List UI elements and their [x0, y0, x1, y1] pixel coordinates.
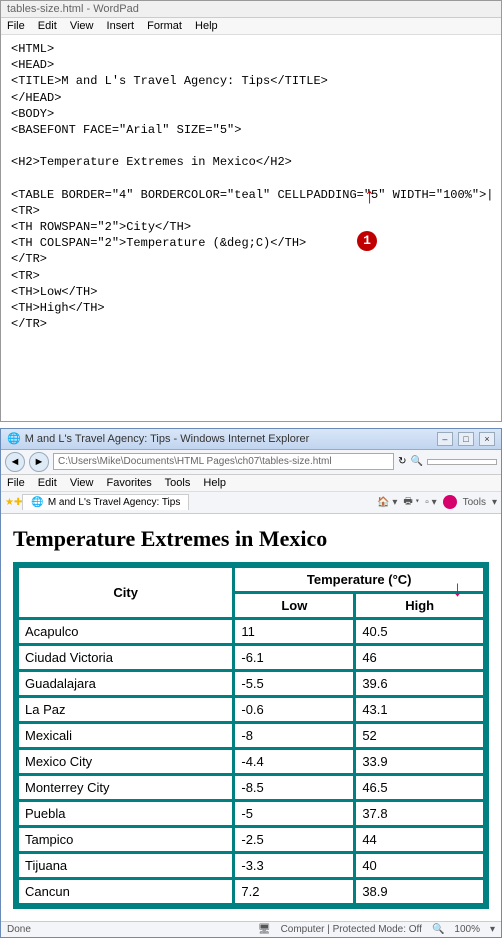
code-line: <TABLE BORDER="4" BORDERCOLOR="teal" CEL… [11, 188, 493, 202]
col-low: Low [234, 593, 354, 618]
ie-content: ↓ Temperature Extremes in Mexico City Te… [1, 514, 501, 921]
favorites-icon[interactable]: ★ [5, 497, 14, 508]
search-input[interactable] [427, 459, 497, 465]
wordpad-title: tables-size.html - WordPad [1, 1, 501, 18]
annotation-arrow-down-icon: ↓ [452, 576, 463, 602]
code-line: <TR> [11, 204, 40, 218]
page-heading: Temperature Extremes in Mexico [13, 526, 489, 552]
ie-status-bar: Done 🖥 Computer | Protected Mode: Off 🔍 … [1, 921, 501, 937]
table-row: Mexico City-4.433.9 [18, 749, 484, 774]
code-line: <TH>Low</TH> [11, 285, 97, 299]
ie-menu-view[interactable]: View [70, 477, 94, 489]
maximize-button[interactable]: □ [458, 432, 474, 446]
code-line: <BODY> [11, 107, 54, 121]
ie-menu-tools[interactable]: Tools [165, 477, 191, 489]
code-line: <TR> [11, 269, 40, 283]
annotation-badge-1: 1 [357, 231, 377, 251]
col-high: High [355, 593, 484, 618]
zoom-icon[interactable]: 🔍 [432, 924, 444, 935]
page-icon: 🌐 [31, 497, 43, 508]
wordpad-window: tables-size.html - WordPad File Edit Vie… [0, 0, 502, 422]
code-line: <HEAD> [11, 58, 54, 72]
code-line: <TH ROWSPAN="2">City</TH> [11, 220, 191, 234]
table-row: Ciudad Victoria-6.146 [18, 645, 484, 670]
ie-menu-favorites[interactable]: Favorites [107, 477, 152, 489]
code-line: </TR> [11, 317, 47, 331]
browser-tab[interactable]: 🌐 M and L's Travel Agency: Tips [22, 494, 189, 510]
wordpad-code-area[interactable]: <HTML> <HEAD> <TITLE>M and L's Travel Ag… [1, 35, 501, 421]
home-icon[interactable]: 🏠 ▾ [377, 497, 397, 508]
status-left: Done [7, 924, 31, 935]
tab-label: M and L's Travel Agency: Tips [48, 497, 181, 508]
status-mid: Computer | Protected Mode: Off [281, 924, 422, 935]
code-line: <BASEFONT FACE="Arial" SIZE="5"> [11, 123, 241, 137]
address-input[interactable]: C:\Users\Mike\Documents\HTML Pages\ch07\… [53, 453, 394, 470]
zoom-chevron-icon[interactable]: ▾ [490, 924, 495, 935]
code-line: </HEAD> [11, 91, 61, 105]
code-line: <H2>Temperature Extremes in Mexico</H2> [11, 155, 292, 169]
back-button[interactable]: ◄ [5, 452, 25, 472]
tools-chevron-icon[interactable]: ▾ [492, 497, 497, 508]
table-row: Tampico-2.544 [18, 827, 484, 852]
code-line: <HTML> [11, 42, 54, 56]
ie-menu-help[interactable]: Help [203, 477, 226, 489]
table-row: Cancun7.238.9 [18, 879, 484, 904]
wordpad-menu-view[interactable]: View [70, 20, 94, 32]
refresh-button[interactable]: ↻ [398, 456, 406, 467]
feeds-icon[interactable]: 🖶 ▾ [403, 494, 419, 511]
ie-menu-file[interactable]: File [7, 477, 25, 489]
wordpad-menu-edit[interactable]: Edit [38, 20, 57, 32]
wordpad-menu: File Edit View Insert Format Help [1, 18, 501, 35]
table-body: Acapulco1140.5 Ciudad Victoria-6.146 Gua… [18, 619, 484, 904]
minimize-button[interactable]: – [437, 432, 453, 446]
close-button[interactable]: × [479, 432, 495, 446]
table-header-row: City Temperature (°C) [18, 567, 484, 592]
table-row: Guadalajara-5.539.6 [18, 671, 484, 696]
table-row: Mexicali-852 [18, 723, 484, 748]
ie-logo-icon: 🌐 [7, 432, 21, 445]
code-line: <TH COLSPAN="2">Temperature (&deg;C)</TH… [11, 236, 306, 250]
table-row: Monterrey City-8.546.5 [18, 775, 484, 800]
code-line: <TITLE>M and L's Travel Agency: Tips</TI… [11, 74, 328, 88]
ie-tab-bar: ★ ✚ 🌐 M and L's Travel Agency: Tips 🏠 ▾ … [1, 492, 501, 514]
wordpad-menu-help[interactable]: Help [195, 20, 218, 32]
table-row: Acapulco1140.5 [18, 619, 484, 644]
code-line: <TH>High</TH> [11, 301, 105, 315]
ie-address-bar: ◄ ► C:\Users\Mike\Documents\HTML Pages\c… [1, 450, 501, 475]
code-line: </TR> [11, 252, 47, 266]
search-icon[interactable]: 🔍 [411, 456, 423, 467]
window-buttons: – □ × [435, 432, 495, 446]
col-city: City [18, 567, 233, 618]
wordpad-menu-file[interactable]: File [7, 20, 25, 32]
col-temp: Temperature (°C) [234, 567, 484, 592]
table-row: Tijuana-3.340 [18, 853, 484, 878]
add-favorites-icon[interactable]: ✚ [14, 497, 22, 508]
ie-menu-edit[interactable]: Edit [38, 477, 57, 489]
page-menu-icon[interactable]: ▫ ▾ [425, 497, 436, 508]
temperature-table: City Temperature (°C) Low High Acapulco1… [13, 562, 489, 909]
ie-title-text: M and L's Travel Agency: Tips - Windows … [25, 433, 310, 445]
ie-menu: File Edit View Favorites Tools Help [1, 475, 501, 492]
ie-titlebar: 🌐 M and L's Travel Agency: Tips - Window… [1, 429, 501, 450]
forward-button[interactable]: ► [29, 452, 49, 472]
wordpad-menu-insert[interactable]: Insert [107, 20, 135, 32]
status-zoom[interactable]: 100% [454, 924, 480, 935]
tools-menu[interactable]: Tools [463, 497, 486, 508]
annotation-arrow-up-icon: ↑ [363, 183, 376, 213]
table-row: Puebla-537.8 [18, 801, 484, 826]
ie-window: 🌐 M and L's Travel Agency: Tips - Window… [0, 428, 502, 938]
table-row: La Paz-0.643.1 [18, 697, 484, 722]
annotation-dot-icon [443, 495, 457, 509]
wordpad-menu-format[interactable]: Format [147, 20, 182, 32]
security-icon: 🖥 [258, 924, 271, 935]
